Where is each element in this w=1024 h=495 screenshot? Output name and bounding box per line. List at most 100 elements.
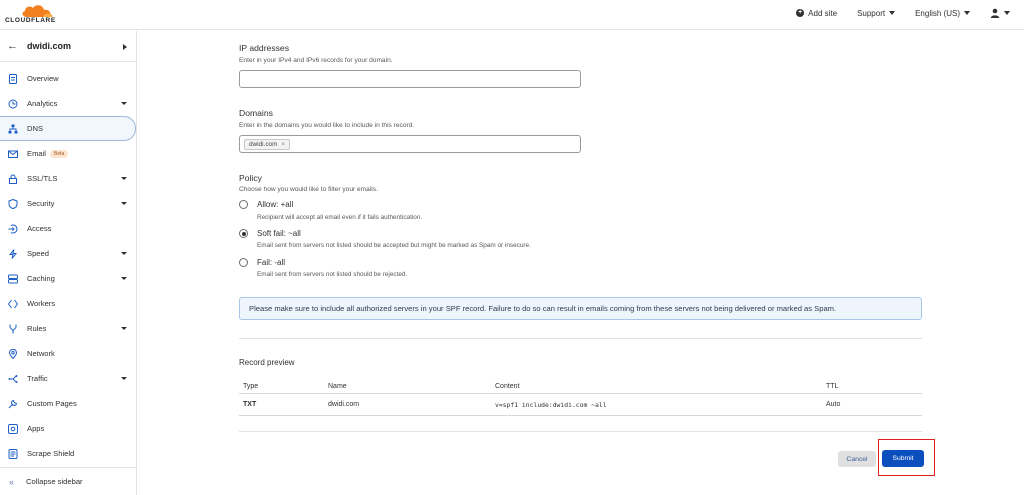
back-arrow-icon[interactable]: ← <box>7 40 21 52</box>
sidebar-item-label: Custom Pages <box>27 399 77 408</box>
domain-selector[interactable]: ← dwidi.com <box>0 31 136 62</box>
sidebar-item-workers[interactable]: Workers <box>0 291 136 316</box>
sidebar-item-caching[interactable]: Caching <box>0 266 136 291</box>
sidebar-item-speed[interactable]: Speed <box>0 241 136 266</box>
radio-soft-fail[interactable] <box>239 229 248 238</box>
record-name: dwidi.com <box>328 401 360 408</box>
record-preview-table: Type Name Content TTL TXT dwidi.com v=sp… <box>239 378 922 416</box>
domain-name: dwidi.com <box>27 41 72 51</box>
caret-down-icon <box>1004 11 1010 15</box>
sidebar: ← dwidi.com Overview Analytics DNS Email… <box>0 31 137 495</box>
caret-down-icon <box>964 11 970 15</box>
sidebar-item-apps[interactable]: Apps <box>0 416 136 441</box>
server-icon <box>8 274 18 284</box>
chevron-down-icon <box>121 177 127 180</box>
sidebar-item-label: Access <box>27 224 52 233</box>
domain-chip-label: dwidi.com <box>249 141 278 148</box>
sidebar-item-email[interactable]: Email Beta <box>0 141 136 166</box>
policy-option-allow[interactable]: Allow: +all <box>239 200 293 209</box>
sidebar-item-label: Email <box>27 149 46 158</box>
sidebar-item-label: Analytics <box>27 99 58 108</box>
domains-input[interactable]: dwidi.com × <box>239 135 581 153</box>
document-icon <box>8 73 18 84</box>
radio-fail[interactable] <box>239 258 248 267</box>
column-header-ttl: TTL <box>826 383 839 390</box>
sidebar-item-label: Security <box>27 199 55 208</box>
sidebar-item-rules[interactable]: Rules <box>0 316 136 341</box>
apps-icon <box>8 423 18 434</box>
collapse-sidebar-button[interactable]: « Collapse sidebar <box>0 467 136 495</box>
network-tree-icon <box>8 124 18 134</box>
sidebar-item-scrape-shield[interactable]: Scrape Shield <box>0 441 136 466</box>
domains-title: Domains <box>239 108 273 118</box>
chevron-down-icon <box>121 252 127 255</box>
plus-circle-icon: + <box>796 9 805 17</box>
user-menu[interactable] <box>990 8 1010 18</box>
table-header-row: Type Name Content TTL <box>239 378 922 394</box>
sidebar-item-dns[interactable]: DNS <box>0 116 136 141</box>
lightning-icon <box>8 248 18 259</box>
caret-down-icon <box>889 11 896 15</box>
chevron-down-icon <box>121 377 127 380</box>
sidebar-item-label: Overview <box>27 74 59 83</box>
domain-chip: dwidi.com × <box>244 139 291 150</box>
logo-text: CLOUDFLARE <box>5 17 56 24</box>
double-chevron-left-icon: « <box>9 476 15 487</box>
fork-icon <box>8 324 18 334</box>
sidebar-item-label: SSL/TLS <box>27 174 58 183</box>
sidebar-item-label: DNS <box>27 124 44 133</box>
radio-allow[interactable] <box>239 200 248 209</box>
sidebar-item-analytics[interactable]: Analytics <box>0 91 136 116</box>
sidebar-item-label: Network <box>27 349 55 358</box>
top-bar: CLOUDFLARE + Add site Support English (U… <box>0 0 1024 30</box>
policy-option-description: Email sent from servers not listed shoul… <box>257 242 531 249</box>
user-icon <box>990 8 1000 18</box>
sidebar-item-label: Caching <box>27 274 55 283</box>
wrench-icon <box>8 399 18 409</box>
sidebar-item-security[interactable]: Security <box>0 191 136 216</box>
collapse-sidebar-label: Collapse sidebar <box>26 477 83 486</box>
column-header-type: Type <box>243 383 259 390</box>
ip-addresses-title: IP addresses <box>239 43 290 53</box>
add-site-button[interactable]: + Add site <box>796 9 837 18</box>
remove-chip-icon[interactable]: × <box>281 140 285 149</box>
policy-description: Choose how you would like to filter your… <box>239 186 378 193</box>
policy-option-fail[interactable]: Fail: -all <box>239 258 285 267</box>
policy-option-soft-fail[interactable]: Soft fail: ~all <box>239 229 301 238</box>
record-type: TXT <box>243 401 257 408</box>
traffic-icon <box>8 374 18 384</box>
support-label: Support <box>857 8 886 18</box>
divider <box>239 431 922 432</box>
sidebar-item-access[interactable]: Access <box>0 216 136 241</box>
access-arrow-icon <box>8 224 18 234</box>
workers-icon <box>8 299 18 309</box>
sidebar-item-traffic[interactable]: Traffic <box>0 366 136 391</box>
caret-right-icon <box>123 44 127 50</box>
chevron-down-icon <box>121 277 127 280</box>
sidebar-item-custom-pages[interactable]: Custom Pages <box>0 391 136 416</box>
top-actions: + Add site Support English (US) <box>796 8 1010 18</box>
chevron-down-icon <box>121 102 127 105</box>
policy-option-description: Recipient will accept all email even if … <box>257 214 423 221</box>
sidebar-item-overview[interactable]: Overview <box>0 66 136 91</box>
sidebar-item-network[interactable]: Network <box>0 341 136 366</box>
ip-addresses-input[interactable] <box>239 70 581 88</box>
cloudflare-logo[interactable]: CLOUDFLARE <box>5 3 67 27</box>
column-header-content: Content <box>495 383 520 390</box>
sidebar-item-label: Speed <box>27 249 49 258</box>
domains-description: Enter in the domains you would like to i… <box>239 122 415 129</box>
lock-icon <box>8 174 18 184</box>
sidebar-item-ssl-tls[interactable]: SSL/TLS <box>0 166 136 191</box>
policy-title: Policy <box>239 173 262 183</box>
cancel-button[interactable]: Cancel <box>838 451 876 467</box>
scrape-shield-icon <box>8 448 18 459</box>
add-site-label: Add site <box>808 8 838 18</box>
language-menu[interactable]: English (US) <box>915 9 970 18</box>
record-preview-title: Record preview <box>239 358 295 367</box>
submit-highlight-box <box>878 439 935 476</box>
sidebar-item-label: Apps <box>27 424 45 433</box>
envelope-icon <box>8 149 18 159</box>
record-content: v=spf1 include:dwidi.com ~all <box>495 401 607 409</box>
support-menu[interactable]: Support <box>857 8 896 18</box>
policy-option-label: Allow: +all <box>257 200 294 209</box>
